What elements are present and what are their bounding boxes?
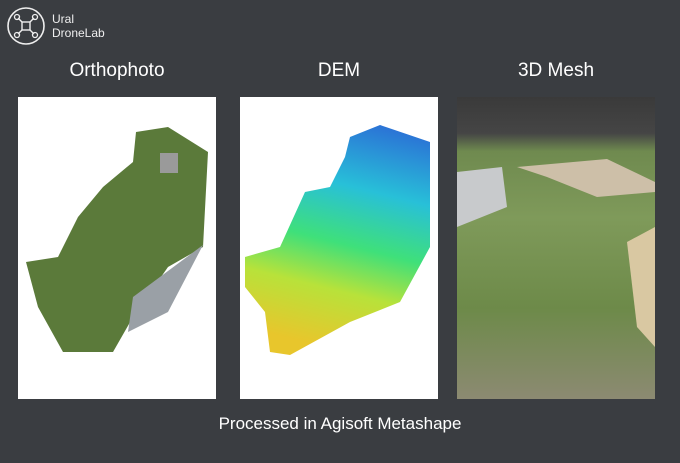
- dem-image: [240, 97, 438, 399]
- logo-line2: DroneLab: [52, 26, 105, 40]
- orthophoto-image: [18, 97, 216, 399]
- orthophoto-title: Orthophoto: [69, 60, 165, 81]
- mesh-title: 3D Mesh: [517, 60, 595, 81]
- logo-line1: Ural: [52, 12, 75, 26]
- drone-icon: [7, 7, 45, 45]
- mesh-image: [457, 97, 655, 399]
- dem-title: DEM: [317, 60, 361, 81]
- logo: Ural DroneLab: [6, 6, 105, 46]
- caption: Processed in Agisoft Metashape: [218, 414, 462, 433]
